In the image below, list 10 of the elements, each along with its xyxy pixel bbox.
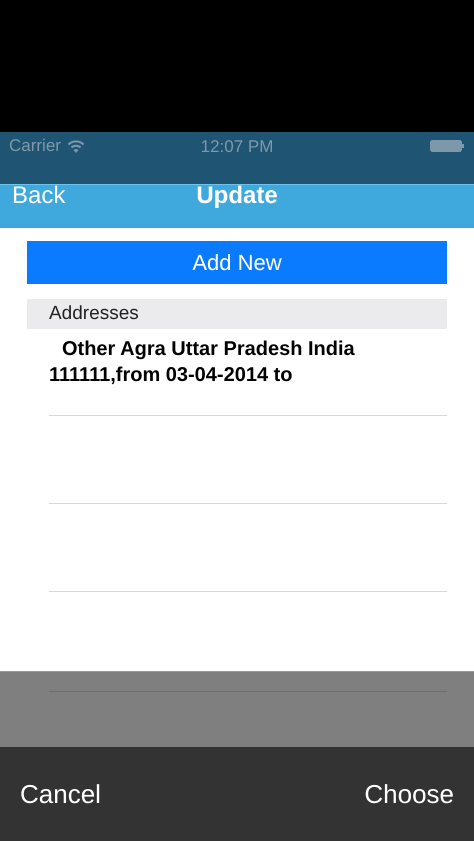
wifi-icon bbox=[66, 140, 85, 152]
add-new-button[interactable]: Add New bbox=[27, 241, 447, 284]
choose-button[interactable]: Choose bbox=[364, 778, 454, 810]
status-time: 12:07 PM bbox=[200, 137, 274, 156]
battery-icon bbox=[430, 140, 465, 152]
screen-title: Update bbox=[196, 182, 278, 210]
address-text[interactable]: Other Agra Uttar Pradesh India 111111,from 03-04-2014 to bbox=[49, 336, 447, 388]
carrier-label: Carrier bbox=[9, 136, 61, 156]
section-title: Addresses bbox=[49, 303, 139, 325]
cancel-button[interactable]: Cancel bbox=[20, 778, 101, 810]
